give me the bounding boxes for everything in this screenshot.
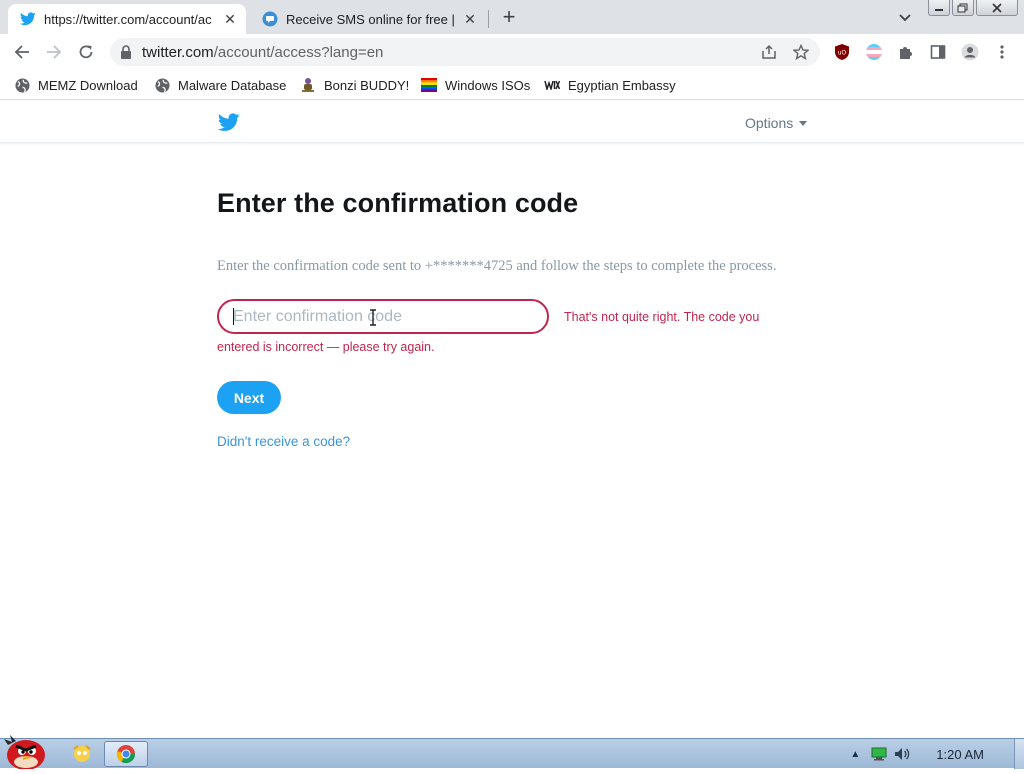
instructions-text: Enter the confirmation code sent to +***… xyxy=(217,258,777,274)
share-icon[interactable] xyxy=(760,43,778,61)
sms-chat-icon xyxy=(262,11,278,27)
text-cursor xyxy=(233,308,234,325)
bookmark-star-icon[interactable] xyxy=(792,43,810,61)
forward-arrow-icon[interactable] xyxy=(45,43,63,61)
close-tab-icon[interactable]: ✕ xyxy=(222,11,238,27)
wix-icon xyxy=(544,77,560,93)
bookmark-memz-download[interactable]: MEMZ Download xyxy=(14,76,138,94)
start-button-angry-bird-icon[interactable] xyxy=(2,731,48,770)
window-controls xyxy=(928,0,1018,16)
minimize-icon[interactable] xyxy=(928,0,950,16)
twitter-icon xyxy=(20,11,36,27)
volume-icon[interactable] xyxy=(894,745,912,763)
network-icon[interactable] xyxy=(870,745,888,763)
bookmark-label: Malware Database xyxy=(178,77,287,93)
chrome-taskbar-icon[interactable] xyxy=(104,741,148,767)
close-tab-icon[interactable]: ✕ xyxy=(462,11,478,27)
twitter-logo-icon[interactable] xyxy=(217,113,240,133)
bookmark-label: Windows ISOs xyxy=(445,77,531,93)
new-tab-button[interactable]: + xyxy=(498,6,520,29)
bonzi-icon xyxy=(300,77,316,93)
ublock-origin-icon[interactable]: uO xyxy=(833,43,851,61)
bookmark-bonzi-buddy[interactable]: Bonzi BUDDY! xyxy=(300,76,409,94)
globe-icon xyxy=(14,77,30,93)
browser-toolbar: twitter.com/account/access?lang=en uO xyxy=(0,34,1024,70)
bookmark-label: MEMZ Download xyxy=(38,77,138,93)
resend-code-link[interactable]: Didn't receive a code? xyxy=(217,434,350,449)
bookmarks-bar: MEMZ Download Malware Database Bonzi BUD… xyxy=(0,70,1024,100)
profile-avatar-icon[interactable] xyxy=(961,43,979,61)
bookmark-windows-isos[interactable]: Windows ISOs xyxy=(421,76,530,94)
tab-search-chevron-icon[interactable] xyxy=(896,8,914,26)
bookmark-malware-database[interactable]: Malware Database xyxy=(154,76,286,94)
options-dropdown[interactable]: Options xyxy=(745,115,808,131)
lock-icon[interactable] xyxy=(120,45,132,59)
page-content: Options Enter the confirmation code Ente… xyxy=(0,101,1024,738)
tab-title: https://twitter.com/account/ac xyxy=(44,11,212,27)
extensions-puzzle-icon[interactable] xyxy=(897,43,915,61)
bookmark-label: Egyptian Embassy xyxy=(568,77,676,93)
globe-icon xyxy=(154,77,170,93)
confirmation-code-input[interactable] xyxy=(217,299,549,334)
caret-down-icon xyxy=(799,120,808,126)
show-hidden-icons-icon[interactable]: ▲ xyxy=(846,745,864,763)
side-panel-icon[interactable] xyxy=(929,43,947,61)
twitter-topbar: Options xyxy=(0,101,1024,143)
bookmark-label: Bonzi BUDDY! xyxy=(324,77,410,93)
svg-text:uO: uO xyxy=(838,50,847,57)
tab-strip: https://twitter.com/account/ac ✕ Receive… xyxy=(0,0,1024,34)
reload-icon[interactable] xyxy=(77,43,95,61)
url-host: twitter.com xyxy=(142,44,214,61)
bookmark-egyptian-embassy[interactable]: Egyptian Embassy xyxy=(544,76,676,94)
page-title: Enter the confirmation code xyxy=(217,188,579,218)
address-bar[interactable]: twitter.com/account/access?lang=en xyxy=(110,38,820,66)
options-label: Options xyxy=(745,115,794,131)
rainbow-flag-icon xyxy=(421,77,437,93)
explorer-folder-icon[interactable] xyxy=(64,741,100,767)
ibeam-cursor-icon xyxy=(369,309,377,326)
tab-separator xyxy=(488,10,489,28)
taskbar-clock[interactable]: 1:20 AM xyxy=(936,747,984,762)
system-tray: ▲ 1:20 AM xyxy=(846,739,1024,769)
url-path: /account/access?lang=en xyxy=(213,44,384,61)
restore-icon[interactable] xyxy=(952,0,974,16)
tab-twitter[interactable]: https://twitter.com/account/ac ✕ xyxy=(8,4,246,34)
taskbar: ▲ 1:20 AM xyxy=(0,735,1024,770)
url-text: twitter.com/account/access?lang=en xyxy=(142,44,383,61)
back-arrow-icon[interactable] xyxy=(13,43,31,61)
error-message-line-2: entered is incorrect — please try again. xyxy=(217,340,435,354)
next-button[interactable]: Next xyxy=(217,381,281,414)
trans-flag-extension-icon[interactable] xyxy=(865,43,883,61)
show-desktop-button[interactable] xyxy=(1014,739,1024,769)
tab-receive-sms[interactable]: Receive SMS online for free | T ✕ xyxy=(250,4,486,34)
tab-title: Receive SMS online for free | T xyxy=(286,11,456,27)
menu-dots-icon[interactable] xyxy=(993,43,1011,61)
error-message-line-1: That's not quite right. The code you xyxy=(564,310,760,324)
close-window-icon[interactable] xyxy=(976,0,1018,16)
